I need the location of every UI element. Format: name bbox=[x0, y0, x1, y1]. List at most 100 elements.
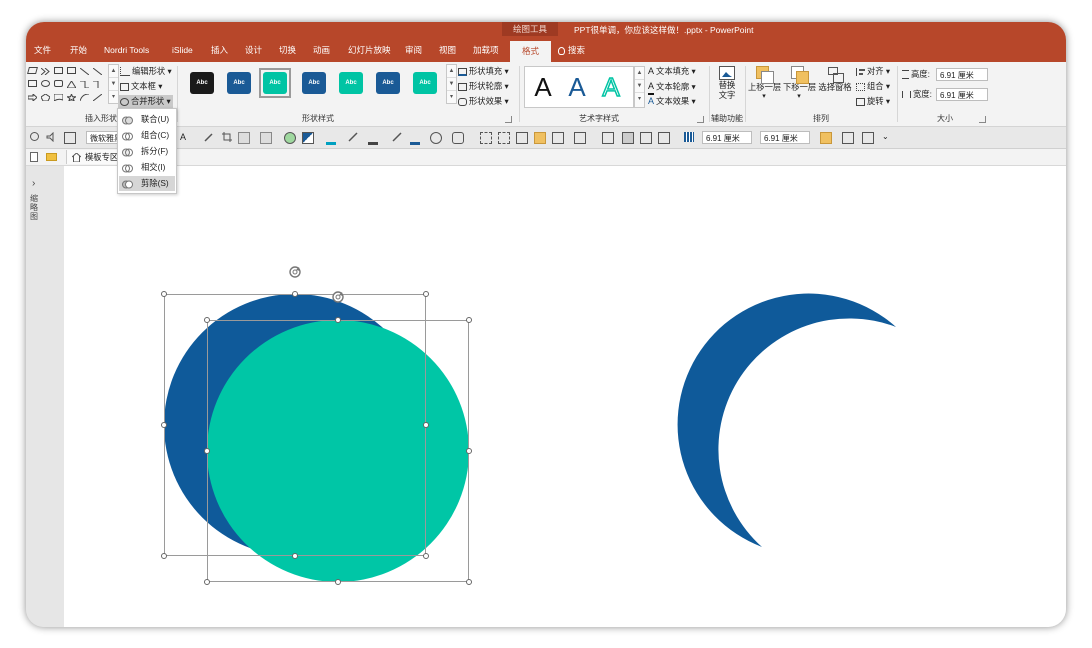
resize-handle[interactable] bbox=[204, 448, 210, 454]
alt-text-button[interactable]: 替换 文字 bbox=[713, 66, 741, 106]
distribute-icon[interactable] bbox=[574, 132, 586, 144]
shape-outline-button[interactable]: 形状轮廓 ▾ bbox=[458, 80, 509, 93]
shape-width-input[interactable]: 6.91 厘米 bbox=[936, 88, 988, 101]
chevron-shape-icon[interactable] bbox=[40, 67, 50, 76]
pen-icon[interactable] bbox=[348, 132, 358, 142]
shape-effects-button[interactable]: 形状效果 ▾ bbox=[458, 95, 509, 108]
template-zone-tab[interactable]: 模板专区 bbox=[66, 150, 125, 164]
menu-item-subtract[interactable]: 剪除(S) bbox=[119, 176, 175, 191]
parallelogram-shape-icon[interactable] bbox=[27, 67, 38, 74]
tab-slideshow[interactable]: 幻灯片放映 bbox=[348, 40, 391, 62]
send-backward-button[interactable]: 下移一层 ▾ bbox=[783, 66, 816, 106]
fill-pattern-icon[interactable] bbox=[302, 132, 314, 144]
expand-chevron-icon[interactable]: › bbox=[32, 178, 35, 189]
tab-view[interactable]: 视图 bbox=[439, 40, 456, 62]
resize-handle[interactable] bbox=[161, 422, 167, 428]
send-backward-toolbar-icon[interactable] bbox=[552, 132, 564, 144]
menu-item-intersect[interactable]: 相交(I) bbox=[119, 160, 175, 175]
wordart-launcher[interactable] bbox=[697, 116, 704, 123]
textbox-shape-icon[interactable] bbox=[54, 67, 63, 74]
rounded-rectangle-shape-icon[interactable] bbox=[54, 80, 63, 87]
text-outline-button[interactable]: A 文本轮廓 ▾ bbox=[648, 80, 696, 95]
resize-handle[interactable] bbox=[161, 291, 167, 297]
speaker-icon[interactable] bbox=[46, 131, 56, 143]
merge-shapes-button[interactable]: 合并形状 ▾ bbox=[118, 95, 173, 108]
rotate-handle-icon[interactable] bbox=[288, 265, 302, 279]
shape-gallery[interactable] bbox=[27, 65, 106, 105]
textbox-vertical-shape-icon[interactable] bbox=[67, 67, 76, 74]
tab-design[interactable]: 设计 bbox=[245, 40, 262, 62]
copy-format-icon[interactable] bbox=[640, 132, 652, 144]
tab-animations[interactable]: 动画 bbox=[313, 40, 330, 62]
shape-style-3[interactable]: Abc bbox=[263, 72, 287, 94]
resize-handle[interactable] bbox=[423, 553, 429, 559]
arrow-line-shape-icon[interactable] bbox=[92, 67, 103, 76]
green-circle-icon[interactable] bbox=[284, 132, 296, 144]
shape-fill-button[interactable]: 形状填充 ▾ bbox=[458, 65, 509, 78]
shape-effect-toolbar-icon[interactable] bbox=[430, 132, 442, 144]
tab-insert[interactable]: 插入 bbox=[211, 40, 228, 62]
crescent-moon-shape[interactable] bbox=[674, 291, 904, 561]
shape-style-6[interactable]: Abc bbox=[376, 72, 400, 94]
picture-icon[interactable] bbox=[238, 132, 250, 144]
wordart-style-blue[interactable]: A bbox=[562, 72, 592, 102]
resize-handle[interactable] bbox=[466, 579, 472, 585]
shape-style-2[interactable]: Abc bbox=[227, 72, 251, 94]
resize-handle[interactable] bbox=[204, 317, 210, 323]
curve-shape-icon[interactable] bbox=[79, 93, 90, 102]
thumbnail-label[interactable]: 缩略图 bbox=[30, 194, 42, 221]
size-launcher[interactable] bbox=[979, 116, 986, 123]
slide-canvas[interactable] bbox=[64, 166, 1066, 627]
tab-format[interactable]: 格式 bbox=[510, 41, 552, 62]
shape-style-5[interactable]: Abc bbox=[339, 72, 363, 94]
brush-icon[interactable] bbox=[392, 132, 402, 142]
picture-frame-icon[interactable] bbox=[260, 132, 272, 144]
selection-pane-button[interactable]: 选择窗格 bbox=[818, 66, 852, 106]
bring-forward-toolbar-icon[interactable] bbox=[534, 132, 546, 144]
wordart-style-outline[interactable]: A bbox=[596, 71, 626, 103]
freeform-shape-icon[interactable] bbox=[92, 93, 103, 102]
right-arrow-shape-icon[interactable] bbox=[27, 92, 38, 103]
tab-transitions[interactable]: 切换 bbox=[279, 40, 296, 62]
tab-nordri-tools[interactable]: Nordri Tools bbox=[104, 40, 149, 62]
star-shape-icon[interactable] bbox=[65, 92, 78, 103]
wordart-style-black[interactable]: A bbox=[528, 72, 558, 102]
shape-height-input[interactable]: 6.91 厘米 bbox=[936, 68, 988, 81]
layout-icon[interactable] bbox=[658, 132, 670, 144]
more-options-icon[interactable]: ⌄ bbox=[882, 132, 892, 142]
align-button[interactable]: 对齐 ▾ bbox=[856, 65, 890, 78]
resize-handle[interactable] bbox=[335, 579, 341, 585]
shape-fill-toolbar-icon[interactable] bbox=[326, 132, 336, 145]
tell-me-search[interactable]: 搜索 bbox=[558, 40, 585, 62]
resize-handle[interactable] bbox=[204, 579, 210, 585]
line-shape-icon[interactable] bbox=[79, 67, 90, 76]
menu-item-combine[interactable]: 组合(C) bbox=[119, 128, 175, 143]
shape-outline-toolbar-icon[interactable] bbox=[452, 132, 464, 144]
person-icon[interactable] bbox=[30, 132, 39, 141]
tab-islide[interactable]: iSlide bbox=[172, 40, 193, 62]
outline-color-icon[interactable] bbox=[368, 132, 378, 145]
rotate-handle-icon[interactable] bbox=[331, 290, 345, 304]
new-document-icon[interactable] bbox=[30, 152, 38, 162]
group-button[interactable]: 组合 ▾ bbox=[856, 80, 890, 93]
shape-style-4[interactable]: Abc bbox=[302, 72, 326, 94]
menu-item-union[interactable]: 联合(U) bbox=[119, 112, 175, 127]
eyedropper-icon[interactable] bbox=[204, 132, 214, 142]
delete-box-icon[interactable] bbox=[622, 132, 634, 144]
crop-icon[interactable] bbox=[222, 132, 232, 142]
resize-handle[interactable] bbox=[466, 448, 472, 454]
shape-style-1[interactable]: Abc bbox=[190, 72, 214, 94]
group-toolbar-icon[interactable] bbox=[498, 132, 510, 144]
resize-handle[interactable] bbox=[466, 317, 472, 323]
align-toolbar-icon[interactable] bbox=[516, 132, 528, 144]
arrange-toolbar-icon[interactable] bbox=[820, 132, 832, 144]
flowchart-shape-icon[interactable] bbox=[53, 93, 64, 102]
resize-handle[interactable] bbox=[292, 291, 298, 297]
toolbar-width-input[interactable]: 6.91 厘米 bbox=[702, 131, 752, 144]
tab-file[interactable]: 文件 bbox=[34, 40, 51, 62]
rotate-button[interactable]: 旋转 ▾ bbox=[856, 95, 890, 108]
line-color-icon[interactable] bbox=[410, 132, 420, 145]
toolbar-height-input[interactable]: 6.91 厘米 bbox=[760, 131, 810, 144]
text-effects-button[interactable]: A 文本效果 ▾ bbox=[648, 95, 696, 108]
shape-style-7[interactable]: Abc bbox=[413, 72, 437, 94]
